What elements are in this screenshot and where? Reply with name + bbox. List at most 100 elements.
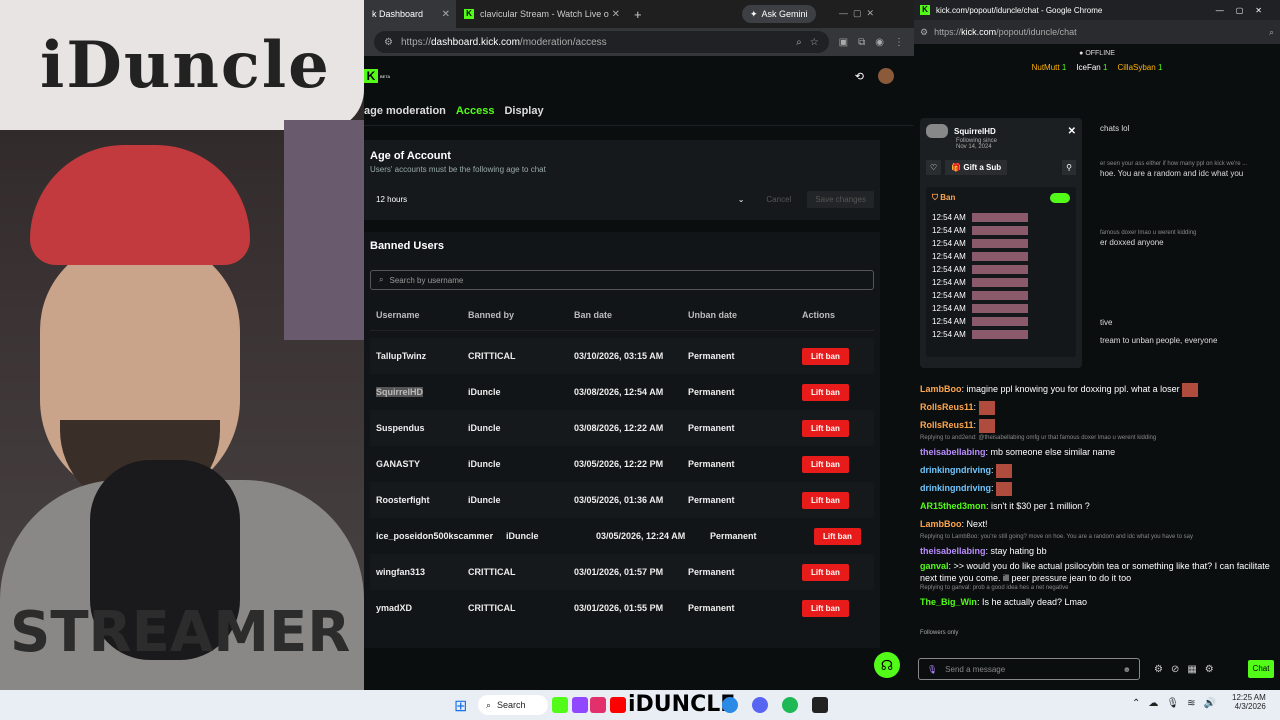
lift-ban-button[interactable]: Lift ban	[802, 383, 849, 401]
menu-icon[interactable]: ⋮	[894, 37, 904, 48]
ask-gemini-button[interactable]: ✦ Ask Gemini	[742, 5, 816, 23]
gifter-item[interactable]: IceFan 1	[1076, 63, 1107, 72]
table-body: TallupTwinz CRITTICAL 03/10/2026, 03:15 AM…	[370, 338, 874, 626]
fragment: er doxxed anyone	[1100, 238, 1164, 247]
chat-username[interactable]: The_Big_Win	[920, 597, 977, 607]
tab-clavicular[interactable]: Kclavicular Stream - Watch Live o ✕	[456, 0, 626, 28]
window-controls[interactable]: —▢✕	[1216, 6, 1274, 15]
chat-username[interactable]: AR15thed3mon	[920, 501, 986, 511]
bookmark-star-icon[interactable]: ☆	[810, 37, 819, 48]
chat-username[interactable]: theisabellabing	[920, 546, 986, 556]
spotify-icon[interactable]	[782, 697, 798, 713]
chevron-up-icon[interactable]: ⌃	[1132, 698, 1140, 709]
volume-icon[interactable]: 🔊	[1203, 698, 1215, 709]
close-icon[interactable]: ✕	[1068, 126, 1076, 137]
zoom-icon[interactable]: ⌕	[796, 37, 802, 48]
chat-text: Next!	[966, 519, 988, 529]
app-icon[interactable]	[812, 697, 828, 713]
network-icon[interactable]: ☁	[1148, 698, 1158, 709]
history-row: 12:54 AM	[932, 226, 1070, 235]
chat-username[interactable]: theisabellabing	[920, 447, 986, 457]
gifter-name: CillaSyban	[1117, 63, 1156, 72]
chat-message: LambBoo: Next!	[920, 519, 988, 529]
taskbar-search[interactable]: ⌕ Search	[478, 695, 548, 715]
chat-username[interactable]: drinkingndriving	[920, 483, 991, 493]
lift-ban-button[interactable]: Lift ban	[802, 419, 849, 437]
youtube-icon[interactable]	[610, 697, 626, 713]
taskbar-clock[interactable]: 12:25 AM 4/3/2026	[1232, 693, 1266, 711]
windows-start-icon[interactable]: ⊞	[454, 696, 467, 716]
pin-icon[interactable]: ⚲	[1062, 160, 1076, 175]
chat-username[interactable]: RollsReus11	[920, 420, 974, 430]
heart-icon[interactable]: ♡	[926, 160, 942, 175]
support-icon[interactable]: ⟲	[855, 70, 864, 83]
chat-username[interactable]: RollsReus11	[920, 402, 974, 412]
lift-ban-button[interactable]: Lift ban	[802, 491, 849, 509]
extension-icon[interactable]: ▣	[839, 37, 848, 48]
chat-username[interactable]: LambBoo	[920, 384, 962, 394]
lift-ban-button[interactable]: Lift ban	[802, 455, 849, 473]
gift-a-sub-button[interactable]: 🎁 Gift a Sub	[945, 160, 1008, 175]
new-tab-icon[interactable]: +	[634, 7, 642, 22]
chat-text: isn't it $30 per 1 million ?	[991, 501, 1090, 511]
chat-send-button[interactable]: Chat	[1248, 660, 1274, 678]
help-headset-icon[interactable]: ☊	[874, 652, 900, 678]
cancel-button[interactable]: Cancel	[758, 191, 799, 208]
gifter-item[interactable]: CillaSyban 1	[1117, 63, 1162, 72]
chat-message-input[interactable]: 🎙 Send a message ☻	[918, 658, 1140, 680]
tab-bar: k Dashboard ✕ Kclavicular Stream - Watch …	[364, 0, 914, 28]
chat-popout-window: Kkick.com/popout/iduncle/chat - Google C…	[914, 0, 1280, 690]
search-input[interactable]: ⌕ Search by username	[370, 270, 874, 290]
puzzle-icon[interactable]: ⧉	[858, 37, 865, 48]
tab-dashboard[interactable]: k Dashboard ✕	[364, 0, 456, 28]
lift-ban-button[interactable]: Lift ban	[814, 527, 861, 545]
close-icon[interactable]: ✕	[442, 9, 450, 20]
window-controls[interactable]: — ▢ ✕	[839, 8, 874, 19]
twitch-icon[interactable]	[572, 697, 588, 713]
url-prefix: https://	[934, 27, 962, 37]
ban-toggle[interactable]	[1050, 193, 1070, 203]
site-info-icon[interactable]: ⚙	[920, 27, 928, 38]
lift-ban-button[interactable]: Lift ban	[802, 599, 849, 617]
edge-icon[interactable]	[722, 697, 738, 713]
site-info-icon[interactable]: ⚙	[384, 37, 393, 48]
cell-username: TallupTwinz	[376, 351, 427, 361]
tab-message-moderation[interactable]: age moderation	[364, 105, 446, 117]
zoom-icon[interactable]: ⌕	[1269, 27, 1274, 38]
history-row: 12:54 AM	[932, 304, 1070, 313]
beta-badge: BETA	[380, 73, 391, 79]
chat-username[interactable]: ganval	[920, 561, 949, 571]
close-icon[interactable]: ✕	[612, 9, 620, 20]
mic-icon[interactable]: 🎙	[927, 665, 937, 674]
avatar[interactable]	[878, 68, 894, 84]
shield-icon: ⛉	[932, 193, 938, 202]
chat-text: Is he actually dead? Lmao	[981, 597, 1088, 607]
gifter-item[interactable]: NutMutt 1	[1032, 63, 1067, 72]
discord-icon[interactable]	[752, 697, 768, 713]
table-row: Roosterfight iDuncle 03/05/2026, 01:36 AM P…	[370, 482, 874, 518]
reply-context: Replying to and2end: @theisabellabing om…	[920, 435, 1157, 441]
kick-app-icon[interactable]	[552, 697, 568, 713]
chat-tools-icons[interactable]: ⚙⊘▦⚙	[1154, 664, 1222, 675]
timestamp: 12:54 AM	[932, 317, 966, 326]
lift-ban-button[interactable]: Lift ban	[802, 563, 849, 581]
kick-logo[interactable]: K	[364, 69, 378, 83]
lift-ban-button[interactable]: Lift ban	[802, 347, 849, 365]
history-row: 12:54 AM	[932, 278, 1070, 287]
chat-text: >> would you do like actual psilocybin t…	[920, 561, 1270, 583]
tab-display[interactable]: Display	[504, 105, 543, 117]
emote-image	[996, 481, 1013, 496]
profile-icon[interactable]: ◉	[875, 37, 884, 48]
account-age-select[interactable]: 12 hours ⌄	[370, 188, 750, 210]
chat-username[interactable]: drinkingndriving	[920, 465, 991, 475]
chat-messages: LambBoo: imagine ppl knowing you for dox…	[920, 380, 1274, 611]
save-changes-button[interactable]: Save changes	[807, 190, 874, 208]
mic-icon[interactable]: 🎙	[1166, 698, 1179, 709]
instagram-icon[interactable]	[590, 697, 606, 713]
chat-username[interactable]: LambBoo	[920, 519, 962, 529]
emoji-icon[interactable]: ☻	[1123, 665, 1131, 674]
wifi-icon[interactable]: ≋	[1187, 698, 1195, 709]
url-field[interactable]: ⚙ https://dashboard.kick.com/moderation/a…	[374, 31, 829, 53]
stream-status: ● OFFLINE	[1079, 50, 1115, 57]
tab-access[interactable]: Access	[456, 105, 495, 117]
